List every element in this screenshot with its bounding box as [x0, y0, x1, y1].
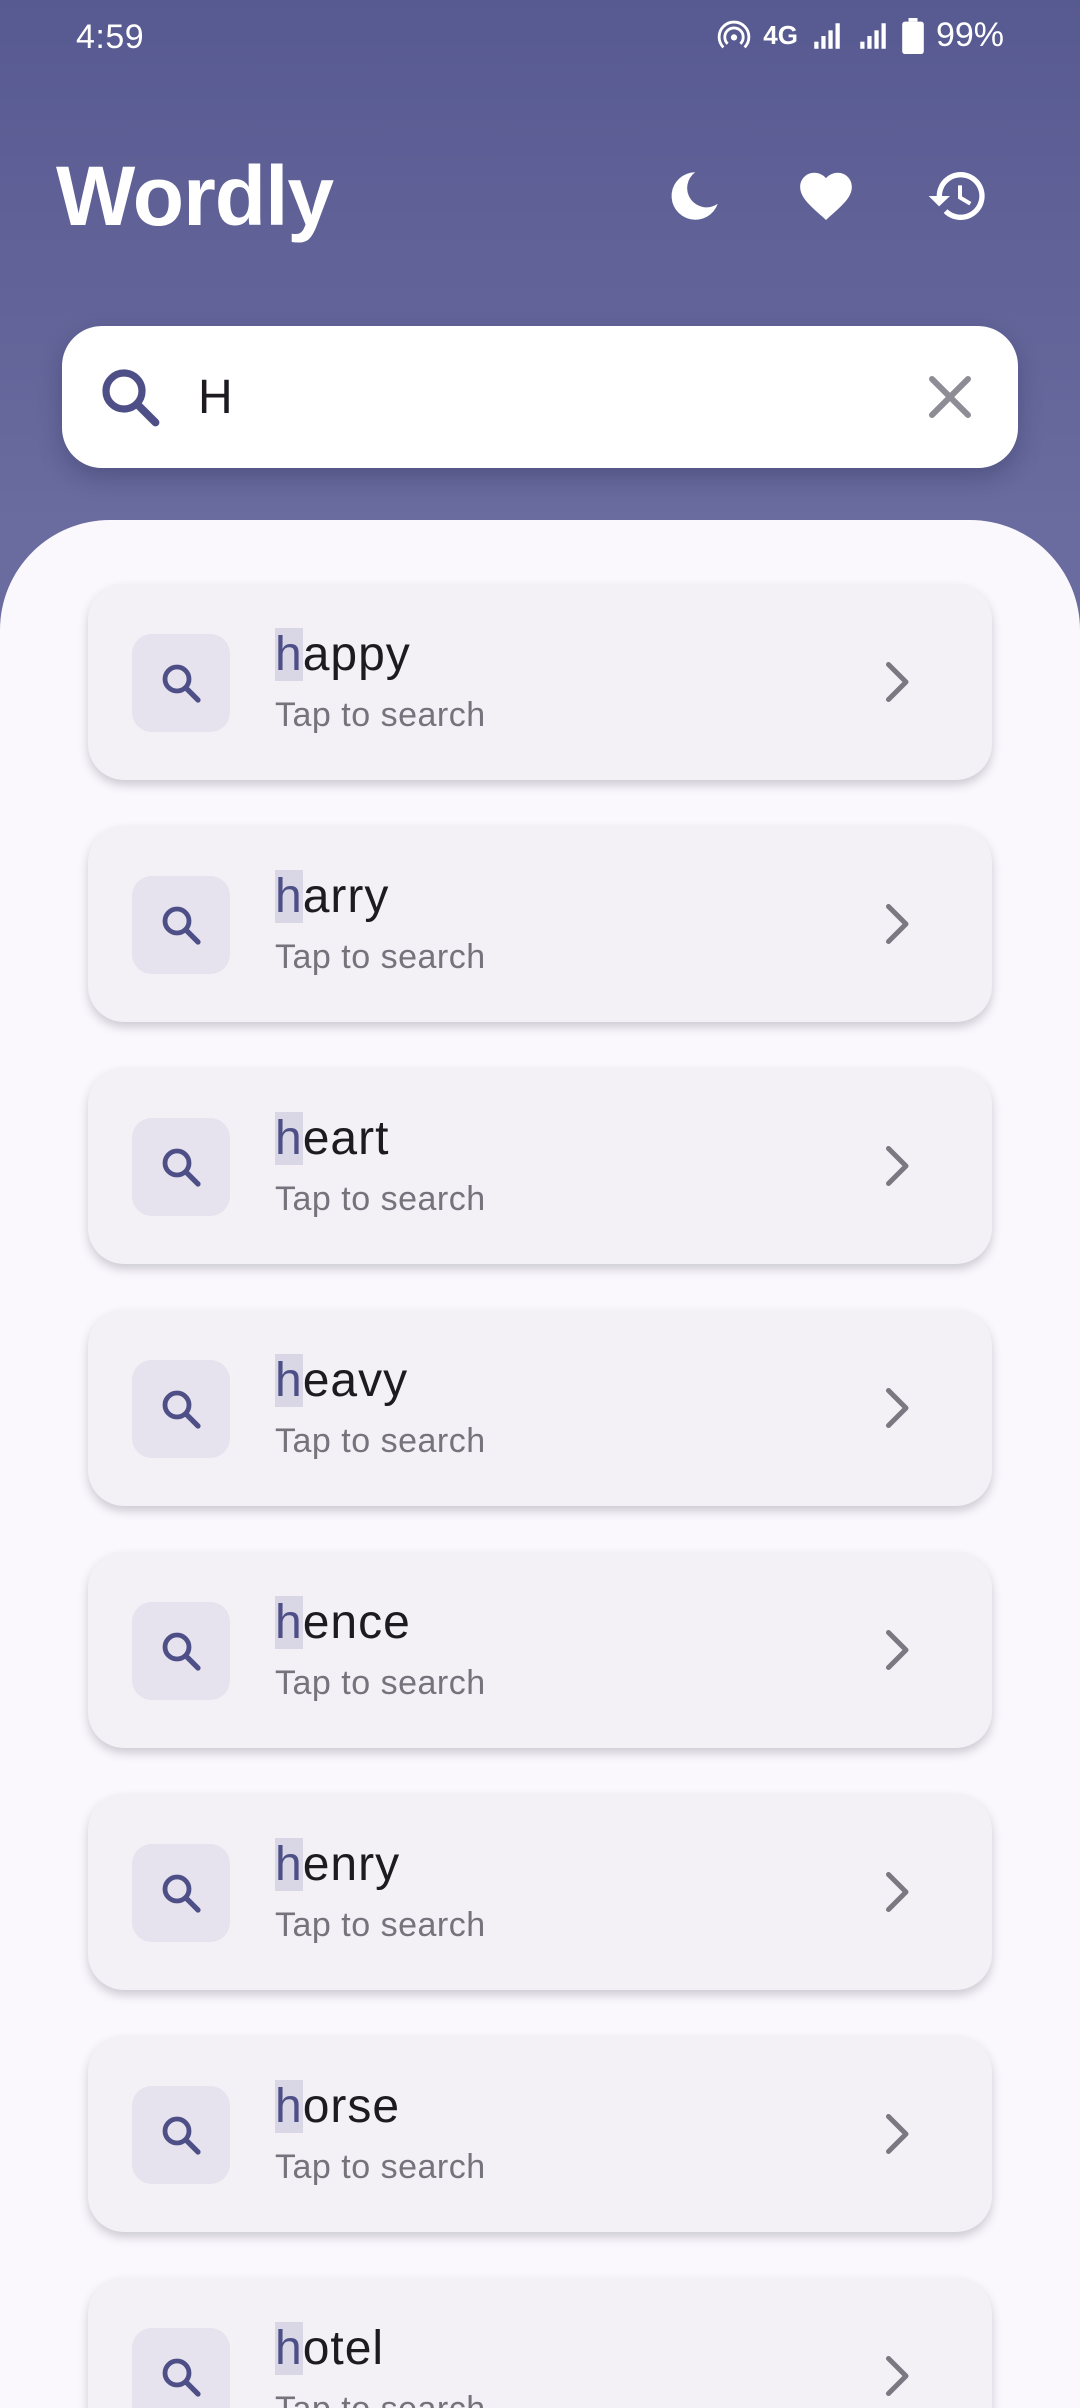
- chevron-right-icon: [886, 1872, 909, 1912]
- word-rest: eavy: [302, 1354, 409, 1407]
- word-rest: ence: [302, 1596, 411, 1649]
- favorites-button[interactable]: [790, 160, 862, 232]
- word-rest: arry: [302, 870, 390, 923]
- status-time: 4:59: [76, 18, 145, 56]
- match-highlight: h: [275, 870, 303, 923]
- word-rest: otel: [302, 2322, 385, 2375]
- search-bar: [62, 326, 1018, 468]
- suggestion-leading: [132, 2328, 230, 2408]
- battery-icon: [902, 17, 924, 54]
- suggestion-list: happy Tap to search harry Tap to search …: [88, 584, 992, 2408]
- word-rest: appy: [302, 628, 411, 681]
- search-icon: [162, 1632, 201, 1671]
- suggestion-leading: [132, 2086, 230, 2184]
- search-input[interactable]: [198, 356, 858, 438]
- search-icon: [102, 369, 160, 427]
- suggestion-word: hence: [275, 1592, 411, 1654]
- word-rest: orse: [302, 2080, 401, 2133]
- suggestion-leading: [132, 634, 230, 732]
- suggestion-word: hotel: [275, 2318, 384, 2380]
- battery-percent: 99%: [935, 16, 1004, 54]
- heart-icon: [800, 172, 852, 221]
- suggestion-subtitle: Tap to search: [275, 1664, 486, 1702]
- clear-search-button[interactable]: [914, 361, 986, 433]
- status-bar: 4:59 4G 99%: [0, 0, 1080, 80]
- suggestion-subtitle: Tap to search: [275, 1422, 486, 1460]
- suggestion-item-happy[interactable]: happy Tap to search: [88, 584, 992, 780]
- match-highlight: h: [275, 2322, 303, 2375]
- match-highlight: h: [275, 1838, 303, 1891]
- suggestion-subtitle: Tap to search: [275, 1906, 486, 1944]
- search-icon: [162, 1148, 201, 1187]
- suggestion-leading: [132, 1602, 230, 1700]
- search-icon: [162, 664, 201, 703]
- chevron-right-icon: [886, 1388, 909, 1428]
- history-button[interactable]: [922, 160, 994, 232]
- word-rest: enry: [302, 1838, 401, 1891]
- suggestion-word: harry: [275, 866, 389, 928]
- match-highlight: h: [275, 1354, 303, 1407]
- suggestion-subtitle: Tap to search: [275, 2390, 486, 2408]
- search-icon: [162, 1390, 201, 1429]
- suggestion-item-heavy[interactable]: heavy Tap to search: [88, 1310, 992, 1506]
- match-highlight: h: [275, 628, 303, 681]
- suggestion-item-hence[interactable]: hence Tap to search: [88, 1552, 992, 1748]
- match-highlight: h: [275, 1112, 303, 1165]
- suggestion-leading: [132, 1844, 230, 1942]
- suggestion-word: happy: [275, 624, 411, 686]
- suggestion-word: horse: [275, 2076, 400, 2138]
- app-title: Wordly: [56, 149, 334, 243]
- suggestion-item-heart[interactable]: heart Tap to search: [88, 1068, 992, 1264]
- suggestion-item-hotel[interactable]: hotel Tap to search: [88, 2278, 992, 2408]
- chevron-right-icon: [886, 2114, 909, 2154]
- suggestion-item-horse[interactable]: horse Tap to search: [88, 2036, 992, 2232]
- chevron-right-icon: [886, 1630, 909, 1670]
- search-icon: [162, 2358, 201, 2397]
- search-icon: [162, 1874, 201, 1913]
- suggestion-item-henry[interactable]: henry Tap to search: [88, 1794, 992, 1990]
- chevron-right-icon: [886, 662, 909, 702]
- suggestion-leading: [132, 1118, 230, 1216]
- network-type: 4G: [763, 20, 798, 50]
- chevron-right-icon: [886, 1146, 909, 1186]
- search-icon: [162, 906, 201, 945]
- moon-icon: [671, 172, 718, 220]
- status-icons: 4G 99%: [717, 16, 1004, 55]
- chevron-right-icon: [886, 904, 909, 944]
- suggestion-word: heavy: [275, 1350, 408, 1412]
- chevron-right-icon: [886, 2356, 909, 2396]
- suggestion-word: heart: [275, 1108, 389, 1170]
- word-rest: eart: [302, 1112, 390, 1165]
- suggestion-item-harry[interactable]: harry Tap to search: [88, 826, 992, 1022]
- search-icon: [162, 2116, 201, 2155]
- suggestion-leading: [132, 876, 230, 974]
- suggestion-subtitle: Tap to search: [275, 2148, 486, 2186]
- suggestion-leading: [132, 1360, 230, 1458]
- signal-icon: [856, 19, 890, 53]
- suggestion-word: henry: [275, 1834, 400, 1896]
- suggestion-subtitle: Tap to search: [275, 1180, 486, 1218]
- results-sheet: happy Tap to search harry Tap to search …: [0, 520, 1080, 2408]
- suggestion-subtitle: Tap to search: [275, 696, 486, 734]
- hotspot-icon: [717, 19, 751, 53]
- match-highlight: h: [275, 2080, 303, 2133]
- match-highlight: h: [275, 1596, 303, 1649]
- suggestion-subtitle: Tap to search: [275, 938, 486, 976]
- dark-mode-button[interactable]: [658, 160, 730, 232]
- signal-icon: [810, 19, 844, 53]
- history-icon: [928, 172, 985, 220]
